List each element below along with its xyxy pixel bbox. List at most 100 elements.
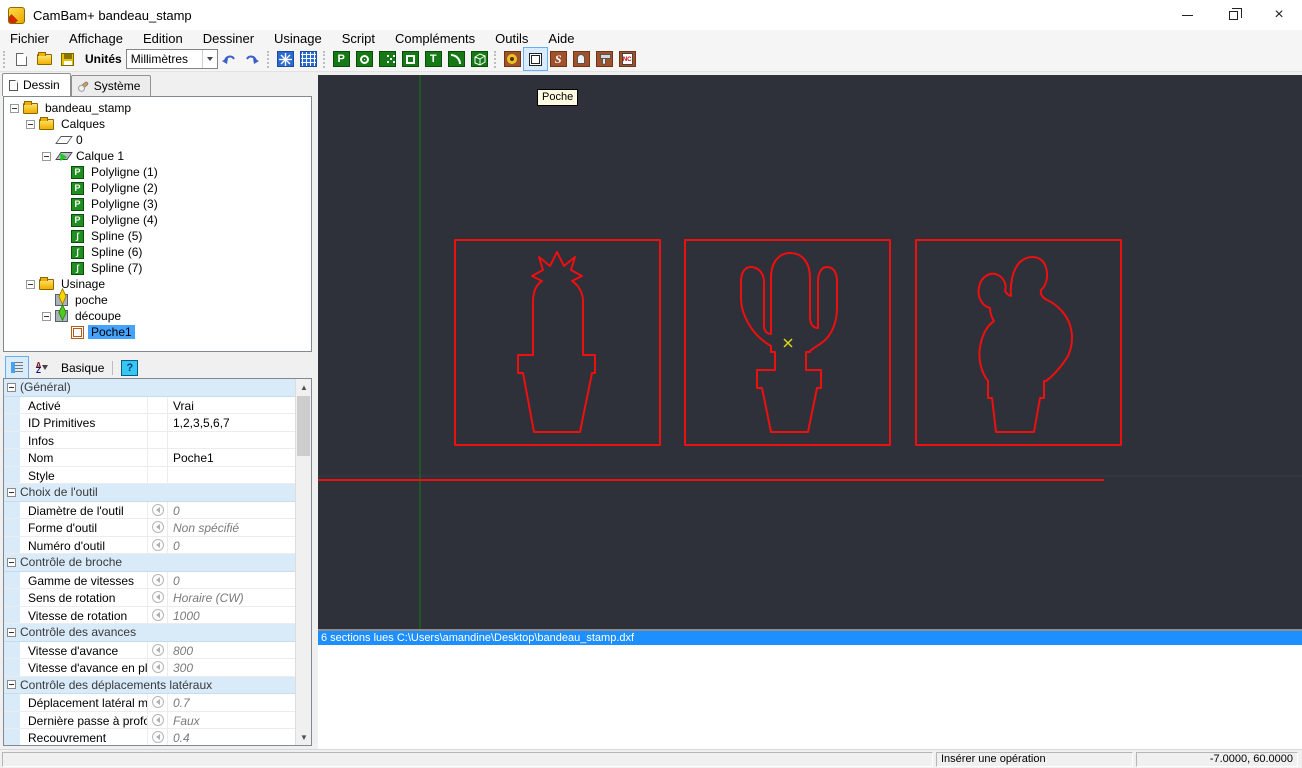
property-row[interactable]: Gamme de vitesses 0 <box>4 571 296 589</box>
menu-complements[interactable]: Compléments <box>385 30 485 47</box>
property-row[interactable]: ID Primitives 1,2,3,5,6,7 <box>4 414 296 432</box>
property-row[interactable]: Forme d'outil Non spécifié <box>4 519 296 537</box>
tree-item-calques[interactable]: Calques <box>4 116 311 132</box>
new-file-button[interactable] <box>10 48 33 70</box>
inherit-value-icon[interactable] <box>151 696 164 709</box>
property-row[interactable]: Diamètre de l'outil 0 <box>4 501 296 519</box>
collapse-icon[interactable] <box>7 680 16 690</box>
property-row[interactable]: Vitesse d'avance 800 <box>4 641 296 659</box>
drawing-canvas[interactable]: Poche <box>318 75 1302 629</box>
inherit-value-icon[interactable] <box>151 573 164 586</box>
save-button[interactable] <box>56 48 79 70</box>
collapse-icon[interactable] <box>7 487 16 497</box>
draw-rectangle-button[interactable] <box>399 48 422 70</box>
property-row[interactable]: Vitesse de rotation 1000 <box>4 606 296 624</box>
tree-item-polyligne-2-[interactable]: P Polyligne (2) <box>4 180 311 196</box>
help-button[interactable]: ? <box>121 359 139 376</box>
tree-item-polyligne-4-[interactable]: P Polyligne (4) <box>4 212 311 228</box>
alphabetical-sort-button[interactable]: AZ <box>31 357 53 378</box>
draw-text-button[interactable]: T <box>422 48 445 70</box>
menu-script[interactable]: Script <box>332 30 385 47</box>
property-row[interactable]: Déplacement latéral maxi 0.7 <box>4 694 296 712</box>
tree-item-usinage[interactable]: Usinage <box>4 276 311 292</box>
collapse-icon[interactable] <box>7 557 16 567</box>
property-value[interactable]: 0 <box>168 572 296 589</box>
mach-drill-button[interactable] <box>570 48 593 70</box>
collapse-icon[interactable] <box>10 103 19 113</box>
menu-aide[interactable]: Aide <box>538 30 584 47</box>
property-value[interactable]: 0 <box>168 537 296 554</box>
property-row[interactable]: Recouvrement 0.4 <box>4 729 296 745</box>
property-value[interactable]: 1000 <box>168 607 296 624</box>
restore-button[interactable] <box>1210 0 1256 30</box>
property-value[interactable]: 1,2,3,5,6,7 <box>168 414 296 431</box>
property-value[interactable]: Vrai <box>168 397 296 414</box>
property-row[interactable]: Vitesse d'avance en plong 300 <box>4 659 296 677</box>
property-grid-scrollbar[interactable]: ▲ ▼ <box>295 379 311 745</box>
property-category[interactable]: Contrôle des avances <box>4 624 296 642</box>
menu-outils[interactable]: Outils <box>485 30 538 47</box>
close-button[interactable]: × <box>1256 0 1302 30</box>
inherit-value-icon[interactable] <box>151 503 164 516</box>
property-row[interactable]: Nom Poche1 <box>4 449 296 467</box>
inherit-value-icon[interactable] <box>151 661 164 674</box>
collapse-icon[interactable] <box>42 311 51 321</box>
property-row[interactable]: Infos <box>4 431 296 449</box>
inherit-value-icon[interactable] <box>151 643 164 656</box>
tab-systeme[interactable]: Système <box>70 75 152 96</box>
collapse-icon[interactable] <box>26 119 35 129</box>
draw-polyline-button[interactable]: P <box>330 48 353 70</box>
tab-dessin[interactable]: Dessin <box>2 73 71 96</box>
scrollbar-thumb[interactable] <box>297 396 310 456</box>
property-value[interactable]: 0.4 <box>168 729 296 745</box>
property-value[interactable]: 0 <box>168 502 296 519</box>
scroll-up-icon[interactable]: ▲ <box>296 379 311 395</box>
mach-gcode-button[interactable]: NC <box>616 48 639 70</box>
property-value[interactable]: Non spécifié <box>168 519 296 536</box>
property-category[interactable]: Choix de l'outil <box>4 484 296 502</box>
tree-item-poche1[interactable]: Poche1 <box>4 324 311 340</box>
tree-item-poche[interactable]: poche <box>4 292 311 308</box>
property-value[interactable]: 800 <box>168 642 296 659</box>
property-category[interactable]: Contrôle de broche <box>4 554 296 572</box>
tree-item-d-coupe[interactable]: découpe <box>4 308 311 324</box>
property-value[interactable] <box>168 467 296 484</box>
draw-arc-button[interactable] <box>445 48 468 70</box>
property-value[interactable]: 300 <box>168 659 296 676</box>
mach-contour-button[interactable] <box>501 48 524 70</box>
log-area[interactable] <box>318 645 1302 749</box>
menu-edition[interactable]: Edition <box>133 30 193 47</box>
property-row[interactable]: Sens de rotation Horaire (CW) <box>4 589 296 607</box>
categorized-view-button[interactable] <box>5 356 29 379</box>
draw-points-button[interactable] <box>376 48 399 70</box>
property-row[interactable]: Activé Vrai <box>4 396 296 414</box>
menu-dessiner[interactable]: Dessiner <box>193 30 264 47</box>
property-category[interactable]: (Général) <box>4 379 296 397</box>
inherit-value-icon[interactable] <box>151 538 164 551</box>
mach-pocket-button[interactable] <box>522 47 548 71</box>
mach-engrave-button[interactable]: S <box>547 48 570 70</box>
grid-toggle-button[interactable] <box>297 48 320 70</box>
draw-surface-button[interactable] <box>468 48 491 70</box>
menu-affichage[interactable]: Affichage <box>59 30 133 47</box>
scroll-down-icon[interactable]: ▼ <box>296 729 311 745</box>
property-row[interactable]: Numéro d'outil 0 <box>4 536 296 554</box>
units-combobox[interactable]: Millimètres <box>125 49 218 69</box>
tree-item-bandeau-stamp[interactable]: bandeau_stamp <box>4 100 311 116</box>
snap-axis-button[interactable] <box>274 48 297 70</box>
collapse-icon[interactable] <box>7 627 16 637</box>
inherit-value-icon[interactable] <box>151 713 164 726</box>
collapse-icon[interactable] <box>7 382 16 392</box>
tree-item-polyligne-1-[interactable]: P Polyligne (1) <box>4 164 311 180</box>
inherit-value-icon[interactable] <box>151 731 164 744</box>
property-value[interactable] <box>168 432 296 449</box>
property-value[interactable]: 0.7 <box>168 694 296 711</box>
collapse-icon[interactable] <box>26 279 35 289</box>
property-row[interactable]: Style <box>4 466 296 484</box>
tree-item-spline-6-[interactable]: ∫ Spline (6) <box>4 244 311 260</box>
collapse-icon[interactable] <box>42 151 51 161</box>
property-row[interactable]: Dernière passe à profonde Faux <box>4 711 296 729</box>
open-file-button[interactable] <box>33 48 56 70</box>
property-value[interactable]: Faux <box>168 712 296 729</box>
redo-button[interactable] <box>241 48 264 70</box>
